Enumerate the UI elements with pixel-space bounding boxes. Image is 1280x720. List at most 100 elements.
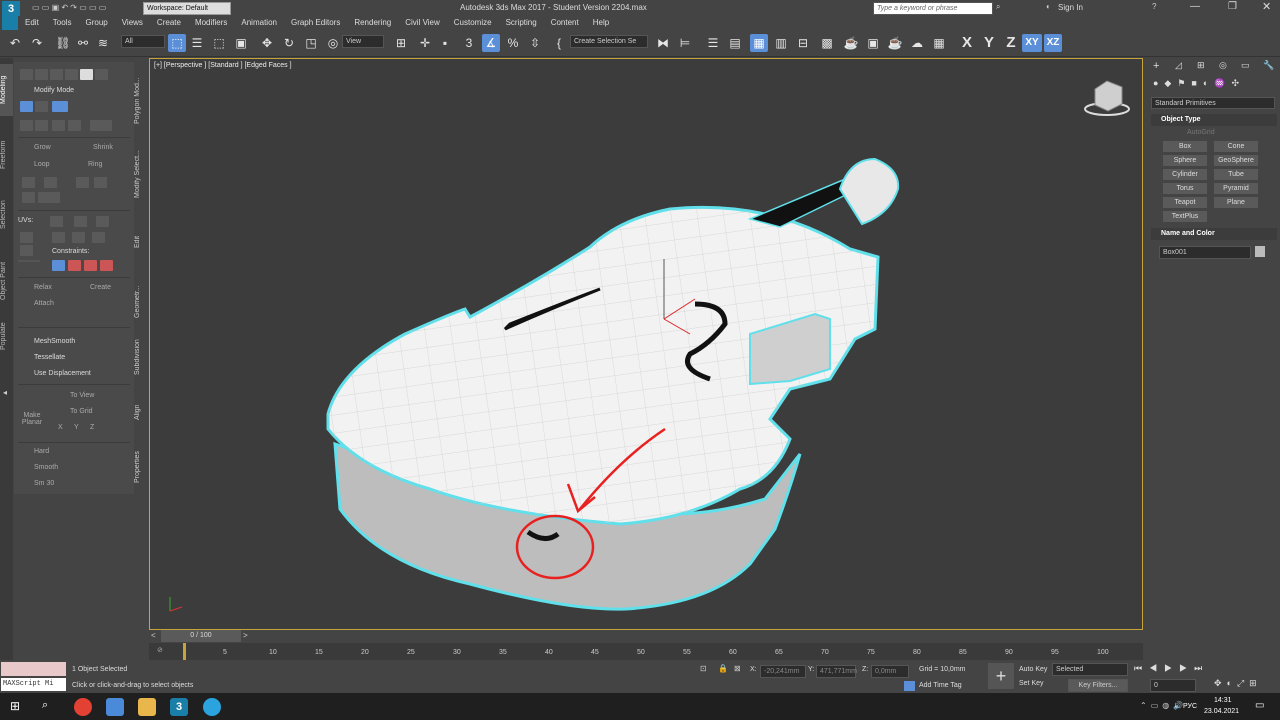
axis-xy-button[interactable]: XY	[1022, 34, 1042, 52]
menu-content[interactable]: Content	[544, 16, 586, 30]
box-button[interactable]: Box	[1163, 141, 1207, 152]
ribbon-toggle-icon[interactable]: ◂	[3, 388, 7, 397]
pyramid-button[interactable]: Pyramid	[1214, 183, 1258, 194]
geosphere-button[interactable]: GeoSphere	[1214, 155, 1258, 166]
sel-button-4[interactable]	[68, 120, 81, 131]
minimize-icon[interactable]: —	[1190, 1, 1200, 12]
planar-y-button[interactable]: Y	[74, 424, 79, 431]
axis-y-button[interactable]: Y	[980, 34, 998, 52]
unlink-icon[interactable]: ⚯	[74, 34, 92, 52]
bind-space-warp-icon[interactable]: ≋	[94, 34, 112, 52]
sm30-button[interactable]: Sm 30	[34, 480, 54, 487]
undo-icon[interactable]: ↶	[6, 34, 24, 52]
telegram-icon[interactable]	[203, 698, 221, 716]
cone-button[interactable]: Cone	[1214, 141, 1258, 152]
search-icon[interactable]: ⌕	[996, 2, 1000, 12]
panel-subdivision[interactable]: Subdivision	[134, 332, 146, 382]
utilities-tab-icon[interactable]: 🔧	[1263, 60, 1274, 71]
3dsmax-taskbar-icon[interactable]: 3	[170, 698, 188, 716]
smooth-button[interactable]: Smooth	[34, 464, 58, 471]
snaps-toggle-icon[interactable]: 3	[460, 34, 478, 52]
modify-tab-icon[interactable]: ◿	[1175, 60, 1182, 71]
ring-plus-icon[interactable]	[76, 177, 89, 188]
file-explorer-icon[interactable]	[138, 698, 156, 716]
panel-properties[interactable]: Properties	[134, 442, 146, 492]
select-by-name-icon[interactable]: ☰	[188, 34, 206, 52]
tab-populate[interactable]: Populate	[0, 316, 13, 356]
meshsmooth-button[interactable]: MeshSmooth	[34, 338, 75, 345]
reference-coordinate-select[interactable]: View	[342, 35, 384, 48]
constraint-edge-icon[interactable]	[68, 260, 81, 271]
place-icon[interactable]: ◎	[324, 34, 342, 52]
maxscript-listener[interactable]: MAXScript Mi	[1, 678, 66, 691]
rectangular-selection-icon[interactable]: ⬚	[210, 34, 228, 52]
menu-group[interactable]: Group	[78, 16, 114, 30]
scene-explorer-icon[interactable]: ☰	[704, 34, 722, 52]
vertex-icon[interactable]	[20, 69, 33, 80]
z-coordinate[interactable]: 0,0mm	[871, 665, 909, 678]
mode-button-1[interactable]	[20, 101, 33, 112]
tessellate-button[interactable]: Tessellate	[34, 354, 65, 361]
close-icon[interactable]: ✕	[1262, 0, 1271, 13]
menu-customize[interactable]: Customize	[447, 16, 499, 30]
menu-modifiers[interactable]: Modifiers	[188, 16, 234, 30]
user-icon[interactable]: ◐	[1046, 2, 1051, 11]
shrink-button[interactable]: Shrink	[93, 144, 113, 151]
constraint-none-icon[interactable]	[52, 260, 65, 271]
time-slider-thumb[interactable]: 0 / 100	[161, 630, 241, 642]
render-setup-icon[interactable]: ☕	[842, 34, 860, 52]
time-next-icon[interactable]: >	[243, 631, 248, 640]
tray-icons[interactable]: ⌃▭◍🔊	[1140, 701, 1187, 710]
textplus-button[interactable]: TextPlus	[1163, 211, 1207, 222]
schematic-view-icon[interactable]: ⊟	[794, 34, 812, 52]
primitives-dropdown[interactable]: Standard Primitives	[1151, 97, 1275, 109]
perspective-viewport[interactable]: [+] [Perspective ] [Standard ] [Edged Fa…	[149, 58, 1143, 630]
track-bar-icon[interactable]: ⊘	[157, 646, 163, 654]
motion-tab-icon[interactable]: ◎	[1219, 60, 1227, 71]
tab-freeform[interactable]: Freeform	[0, 130, 13, 180]
border-icon[interactable]	[50, 69, 63, 80]
category-icons[interactable]: ●◆⚑■◐♒✣	[1153, 78, 1278, 92]
help-icon[interactable]: ?	[1152, 2, 1156, 11]
menu-rendering[interactable]: Rendering	[347, 16, 398, 30]
sel-button-3[interactable]	[52, 120, 65, 131]
uv-spinner[interactable]	[18, 260, 40, 262]
panel-edit[interactable]: Edit	[134, 212, 146, 272]
create-button[interactable]: Create	[90, 284, 111, 291]
lock-selection-icon[interactable]: 🔒	[718, 664, 728, 673]
object-name-input[interactable]: Box001	[1159, 246, 1251, 259]
display-tab-icon[interactable]: ▭	[1241, 60, 1250, 71]
scale-icon[interactable]: ◳	[302, 34, 320, 52]
torus-button[interactable]: Torus	[1163, 183, 1207, 194]
uv-button-1[interactable]	[50, 216, 63, 227]
set-key-button[interactable]: Set Key	[1019, 680, 1044, 687]
clock-date[interactable]: 23.04.2021	[1204, 708, 1239, 715]
polygon-icon[interactable]	[65, 69, 78, 80]
uv-button-6[interactable]	[72, 232, 85, 243]
uv-button-7[interactable]	[92, 232, 105, 243]
chrome-icon[interactable]	[74, 698, 92, 716]
search-input[interactable]: Type a keyword or phrase	[873, 2, 993, 15]
planar-z-button[interactable]: Z	[90, 424, 94, 431]
create-tab-icon[interactable]: +	[1153, 60, 1159, 72]
edge-icon[interactable]	[35, 69, 48, 80]
panel-geometry[interactable]: Geometr...	[134, 274, 146, 330]
plane-button[interactable]: Plane	[1214, 197, 1258, 208]
set-key-icon[interactable]: +	[988, 663, 1014, 689]
menu-edit[interactable]: Edit	[18, 16, 46, 30]
menu-animation[interactable]: Animation	[234, 16, 284, 30]
planar-x-button[interactable]: X	[58, 424, 63, 431]
add-time-tag-icon[interactable]	[904, 681, 915, 691]
link-icon[interactable]: ⛓	[54, 34, 72, 52]
y-coordinate[interactable]: 471,771mm	[816, 665, 857, 678]
hard-button[interactable]: Hard	[34, 448, 49, 455]
current-frame-input[interactable]: 0	[1150, 679, 1196, 692]
absolute-mode-icon[interactable]: ⊠	[734, 664, 741, 673]
panel-align[interactable]: Align	[134, 386, 146, 438]
ring-button[interactable]: Ring	[88, 161, 102, 168]
uv-button-5[interactable]	[52, 232, 65, 243]
sign-in-link[interactable]: Sign In	[1058, 3, 1083, 12]
uv-button-3[interactable]	[96, 216, 109, 227]
tube-button[interactable]: Tube	[1214, 169, 1258, 180]
select-object-icon[interactable]: ⬚	[168, 34, 186, 52]
